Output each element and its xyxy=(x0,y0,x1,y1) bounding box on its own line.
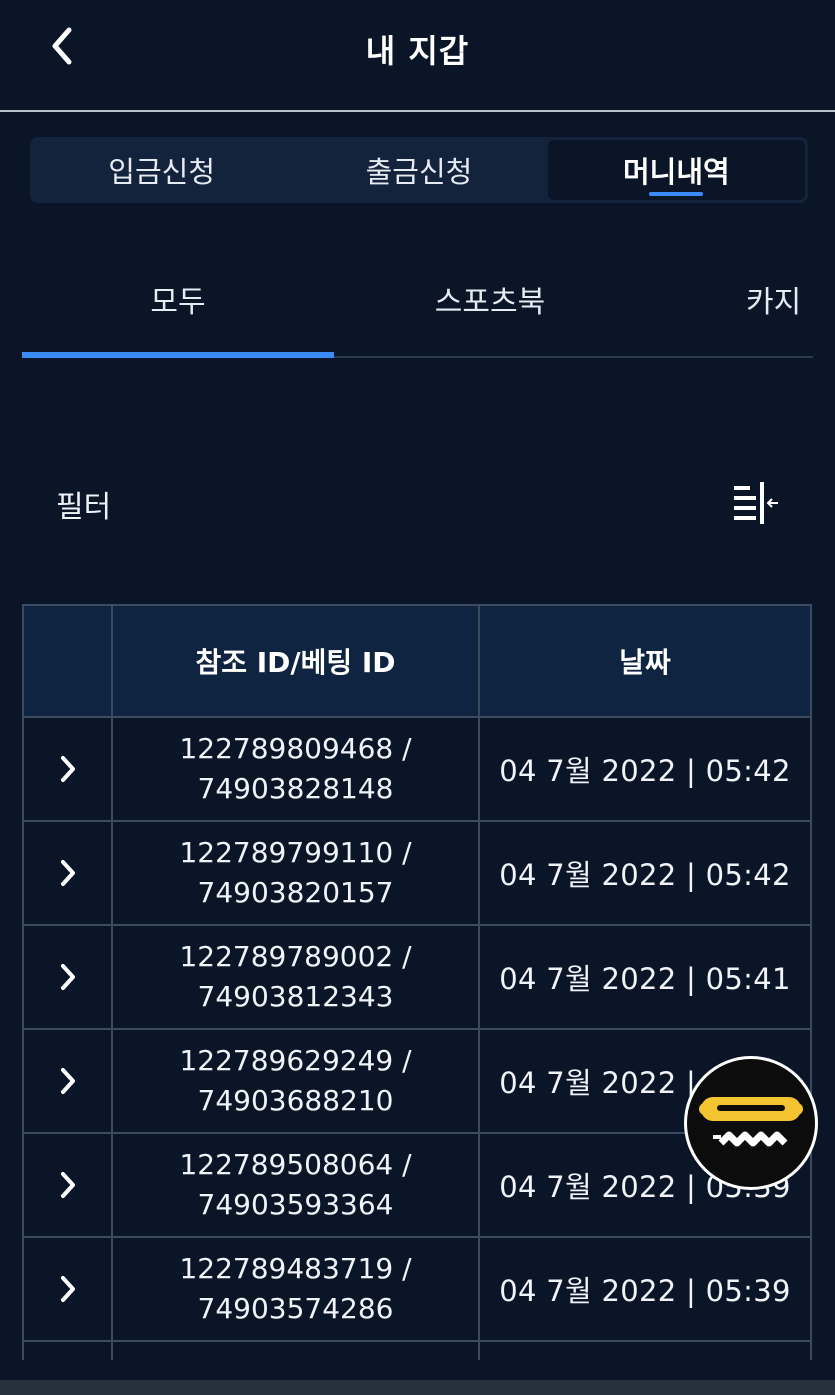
ref-id: 122789789002 / xyxy=(179,940,412,973)
chat-fab-button[interactable] xyxy=(684,1056,818,1190)
ref-id-cell: 122789483719 / 74903574286 xyxy=(113,1238,480,1340)
ref-id-cell: 122789629249 / 74903688210 xyxy=(113,1030,480,1132)
ref-id: 122789809468 / xyxy=(179,732,412,765)
filter-label[interactable]: 필터 xyxy=(56,482,111,526)
table-row[interactable]: 122789483719 / 74903574286 04 7월 2022 | 0… xyxy=(24,1238,810,1342)
bet-id: 74903828148 xyxy=(197,772,394,805)
ref-id-cell: 122789789002 / 74903812343 xyxy=(113,926,480,1028)
chevron-right-icon xyxy=(60,860,75,886)
table-row[interactable]: 122789809468 / 74903828148 04 7월 2022 | 0… xyxy=(24,718,810,822)
date-cell: 04 7월 2022 | 05:42 xyxy=(499,754,791,788)
chevron-right-icon xyxy=(60,1276,75,1302)
bottom-bar xyxy=(0,1380,835,1395)
filter-toggle-button[interactable] xyxy=(728,480,782,526)
table-header: 참조 ID/베팅 ID 날짜 xyxy=(24,606,810,718)
active-tab-indicator xyxy=(22,352,334,358)
brand-mascot-icon xyxy=(699,1097,803,1147)
wallet-segment-tabs: 입금신청 출금신청 머니내역 xyxy=(30,137,808,203)
subtab-all[interactable]: 모두 xyxy=(22,240,334,358)
expand-row-button[interactable] xyxy=(24,822,113,924)
wallet-screen: 내 지갑 입금신청 출금신청 머니내역 모두 스포츠북 카지 필터 참조 ID/… xyxy=(0,0,835,1395)
date-cell: 04 7월 2022 | 05:42 xyxy=(499,858,791,892)
ref-id-cell: 122789809468 / 74903828148 xyxy=(113,718,480,820)
chevron-right-icon xyxy=(60,756,75,782)
chevron-right-icon xyxy=(60,1068,75,1094)
expand-row-button[interactable] xyxy=(24,1030,113,1132)
header: 내 지갑 xyxy=(0,0,835,112)
expand-row-button[interactable] xyxy=(24,926,113,1028)
expand-row-button[interactable] xyxy=(24,718,113,820)
history-sub-tabs: 모두 스포츠북 카지 xyxy=(22,240,813,358)
chevron-right-icon xyxy=(60,1172,75,1198)
subtab-sportsbook[interactable]: 스포츠북 xyxy=(334,240,646,358)
bet-id: 74903820157 xyxy=(197,876,394,909)
header-expand-col xyxy=(24,606,113,716)
chevron-right-icon xyxy=(60,964,75,990)
expand-row-button[interactable] xyxy=(24,1342,113,1360)
ref-id-cell: 122789799110 / 74903820157 xyxy=(113,822,480,924)
ref-id: 122789629249 / xyxy=(179,1044,412,1077)
date-cell xyxy=(480,1342,810,1360)
bet-id: 74903812343 xyxy=(197,980,394,1013)
table-row[interactable]: 122789789002 / 74903812343 04 7월 2022 | 0… xyxy=(24,926,810,1030)
ref-id: 122789483719 / xyxy=(179,1252,412,1285)
date-cell: 04 7월 2022 | 05:41 xyxy=(499,962,791,996)
ref-id-cell: 122789508064 / 74903593364 xyxy=(113,1134,480,1236)
page-title: 내 지갑 xyxy=(365,32,470,70)
bet-id: 74903688210 xyxy=(197,1084,394,1117)
header-date: 날짜 xyxy=(619,646,671,679)
tab-deposit-request[interactable]: 입금신청 xyxy=(33,140,290,200)
table-row[interactable] xyxy=(24,1342,810,1360)
ref-id-cell xyxy=(113,1342,480,1360)
expand-row-button[interactable] xyxy=(24,1238,113,1340)
ref-id: 122789508064 / xyxy=(179,1148,412,1181)
date-cell: 04 7월 2022 | 05:39 xyxy=(499,1274,791,1308)
ref-id: 122789799110 / xyxy=(179,836,412,869)
subtab-casino[interactable]: 카지 xyxy=(746,240,835,358)
bet-id: 74903593364 xyxy=(197,1188,394,1221)
money-history-table: 참조 ID/베팅 ID 날짜 122789809468 / 74903828148… xyxy=(22,604,812,1360)
tab-money-history[interactable]: 머니내역 xyxy=(547,140,805,200)
expand-row-button[interactable] xyxy=(24,1134,113,1236)
bet-id: 74903574286 xyxy=(197,1292,394,1325)
tab-withdraw-request[interactable]: 출금신청 xyxy=(290,140,547,200)
header-ref-id: 참조 ID/베팅 ID xyxy=(113,606,480,716)
sort-filter-icon xyxy=(734,482,778,524)
table-row[interactable]: 122789799110 / 74903820157 04 7월 2022 | 0… xyxy=(24,822,810,926)
